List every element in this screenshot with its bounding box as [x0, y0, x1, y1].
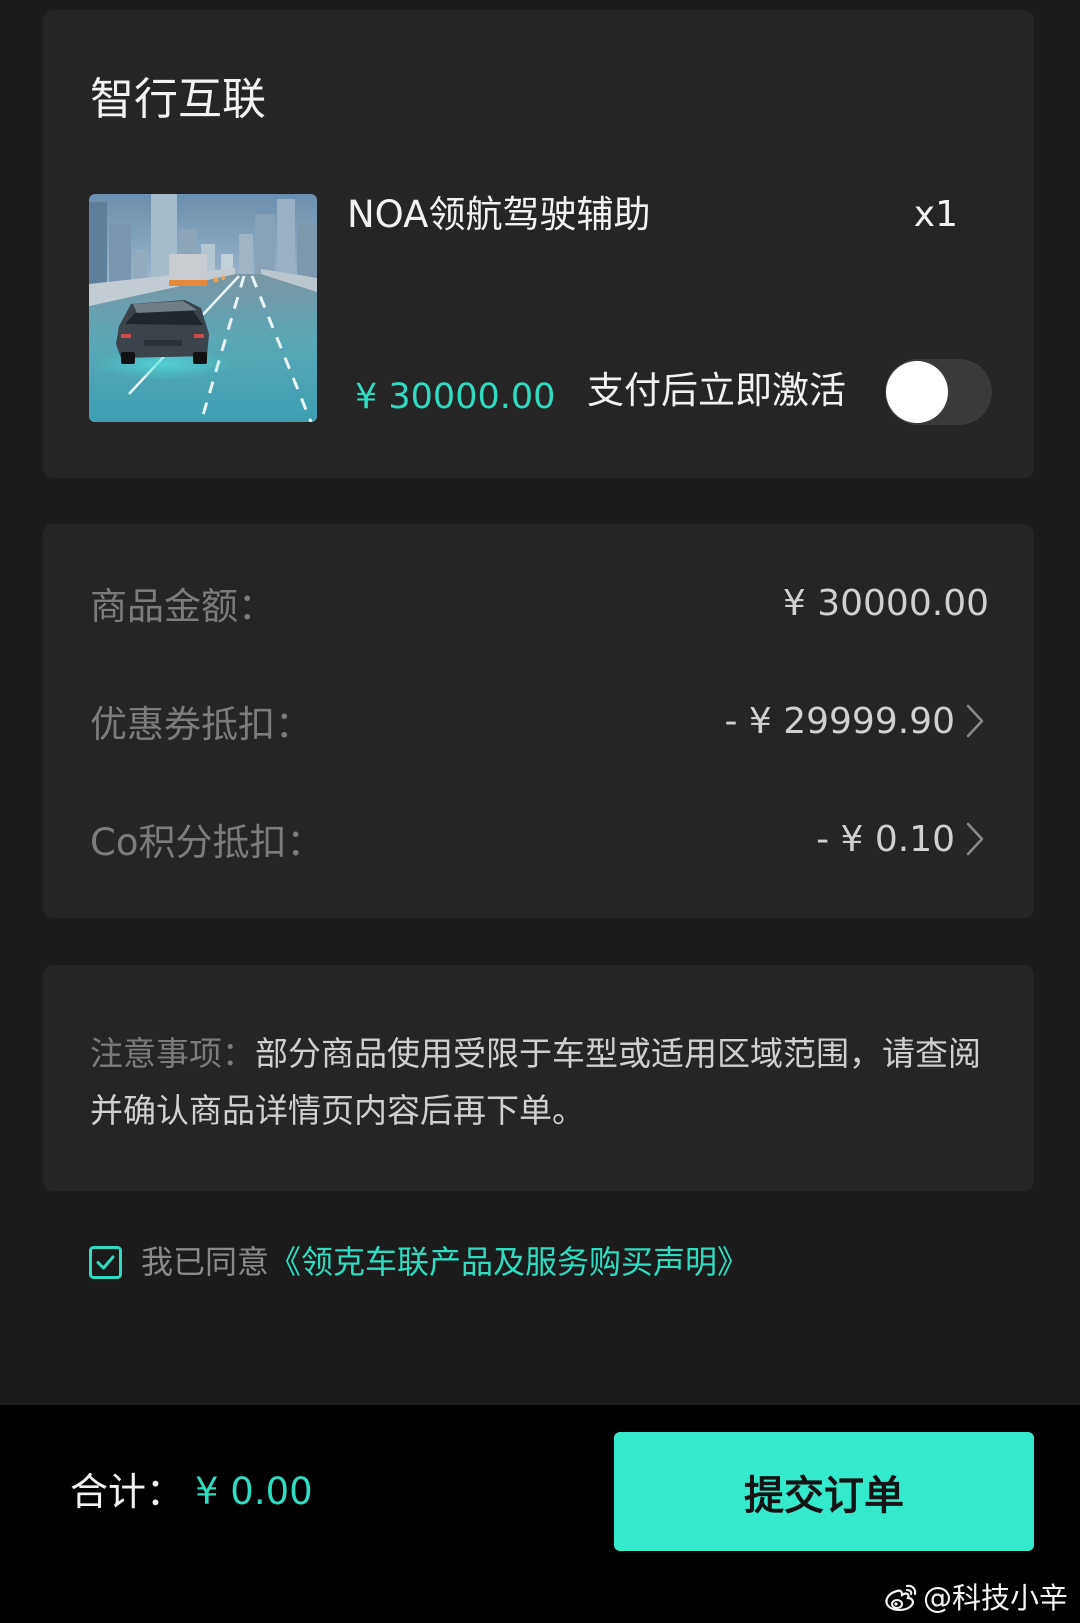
product-quantity: x1 [913, 194, 958, 235]
summary-right-group: ¥ 30000.00 [783, 583, 989, 624]
summary-label: Co积分抵扣： [90, 821, 324, 864]
submit-order-button[interactable]: 提交订单 [614, 1432, 1034, 1551]
truck [169, 254, 207, 286]
summary-row-goods-amount: 商品金额： ¥ 30000.00 [90, 573, 989, 633]
product-name: NOA领航驾驶辅助 [347, 193, 651, 236]
agreement-text: 我已同意《领克车联产品及服务购买声明》 [141, 1240, 749, 1284]
notice-label: 注意事项： [90, 1034, 255, 1073]
summary-row-coupon[interactable]: 优惠券抵扣： - ¥ 29999.90 [90, 691, 989, 751]
car [116, 300, 209, 364]
summary-right-group: - ¥ 0.10 [816, 819, 989, 860]
order-confirmation-page: 智行互联 NOA领航驾驶辅助 x1 ¥ 30000.00 支付后立即激活 商品金… [0, 0, 1080, 1623]
summary-value: - ¥ 29999.90 [724, 700, 955, 742]
price-summary-card: 商品金额： ¥ 30000.00 优惠券抵扣： - ¥ 29999.90 Co积… [43, 524, 1034, 918]
weibo-icon [885, 1584, 917, 1611]
toggle-knob [886, 361, 948, 423]
total-label: 合计： [70, 1470, 185, 1514]
agreement-link[interactable]: 《领克车联产品及服务购买声明》 [269, 1243, 749, 1281]
section-title: 智行互联 [90, 74, 266, 125]
agreement-prefix: 我已同意 [141, 1243, 270, 1281]
watermark-text: @科技小辛 [922, 1581, 1068, 1615]
product-price: ¥ 30000.00 [355, 377, 556, 417]
summary-right-group: - ¥ 29999.90 [724, 701, 989, 742]
summary-label: 商品金额： [90, 585, 275, 628]
notice-text: 注意事项：部分商品使用受限于车型或适用区域范围，请查阅并确认商品详情页内容后再下… [90, 1025, 995, 1139]
summary-value: ¥ 30000.00 [782, 582, 989, 624]
product-card: 智行互联 NOA领航驾驶辅助 x1 ¥ 30000.00 支付后立即激活 [43, 10, 1034, 478]
total-value: ¥ 0.00 [195, 1470, 313, 1513]
chevron-right-icon [963, 821, 989, 857]
activate-label: 支付后立即激活 [587, 369, 846, 412]
chevron-right-icon [963, 703, 989, 739]
road-car-illustration [89, 194, 317, 422]
watermark: @科技小辛 [883, 1580, 1068, 1616]
notice-card: 注意事项：部分商品使用受限于车型或适用区域范围，请查阅并确认商品详情页内容后再下… [43, 965, 1034, 1191]
product-image [89, 194, 317, 422]
summary-row-points[interactable]: Co积分抵扣： - ¥ 0.10 [90, 809, 989, 869]
checkbox-checked-icon [89, 1246, 122, 1279]
agreement-checkbox[interactable] [89, 1246, 122, 1279]
summary-value: - ¥ 0.10 [816, 818, 955, 860]
activate-toggle[interactable] [885, 359, 992, 425]
summary-label: 优惠券抵扣： [90, 703, 312, 746]
